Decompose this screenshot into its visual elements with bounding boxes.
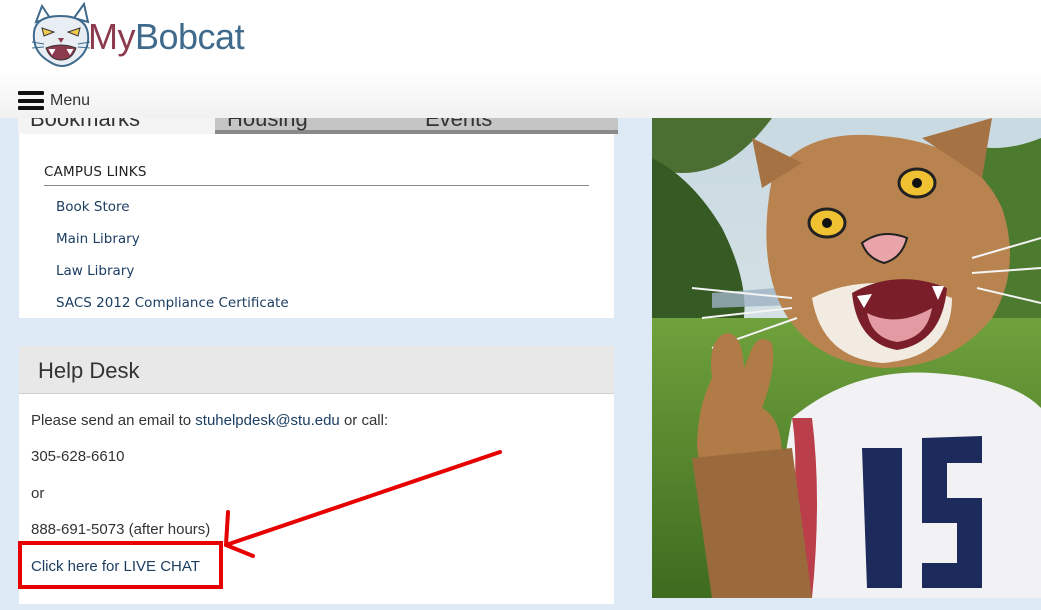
- link-sacs-certificate[interactable]: SACS 2012 Compliance Certificate: [56, 295, 289, 311]
- site-header: MyBobcat Menu: [0, 0, 1041, 118]
- brand-wordmark[interactable]: MyBobcat: [88, 16, 245, 58]
- help-desk-header: Help Desk: [19, 346, 614, 394]
- link-main-library[interactable]: Main Library: [56, 231, 140, 247]
- help-phone-primary: 305-628-6610: [31, 448, 125, 465]
- bobcat-logo-icon[interactable]: [28, 2, 96, 72]
- hamburger-icon: [18, 91, 44, 110]
- menu-button[interactable]: Menu: [18, 91, 90, 110]
- link-book-store[interactable]: Book Store: [56, 199, 130, 215]
- email-suffix: or call:: [339, 412, 389, 429]
- help-or-text: or: [31, 485, 45, 502]
- brand-bobcat: Bobcat: [135, 16, 245, 57]
- campus-links-heading: CAMPUS LINKS: [44, 164, 589, 186]
- brand-my: My: [88, 16, 136, 57]
- link-law-library[interactable]: Law Library: [56, 263, 134, 279]
- mascot-photo: [652, 118, 1041, 598]
- campus-links-panel: CAMPUS LINKS Book Store Main Library Law…: [19, 134, 614, 318]
- help-email-link[interactable]: stuhelpdesk@stu.edu: [195, 412, 340, 429]
- help-phone-after-hours: 888-691-5073 (after hours): [31, 521, 211, 538]
- help-email-line: Please send an email to stuhelpdesk@stu.…: [31, 412, 388, 429]
- help-desk-title: Help Desk: [38, 358, 140, 383]
- menu-label: Menu: [50, 91, 91, 109]
- annotation-highlight-box: [18, 541, 223, 589]
- email-prefix: Please send an email to: [31, 412, 196, 429]
